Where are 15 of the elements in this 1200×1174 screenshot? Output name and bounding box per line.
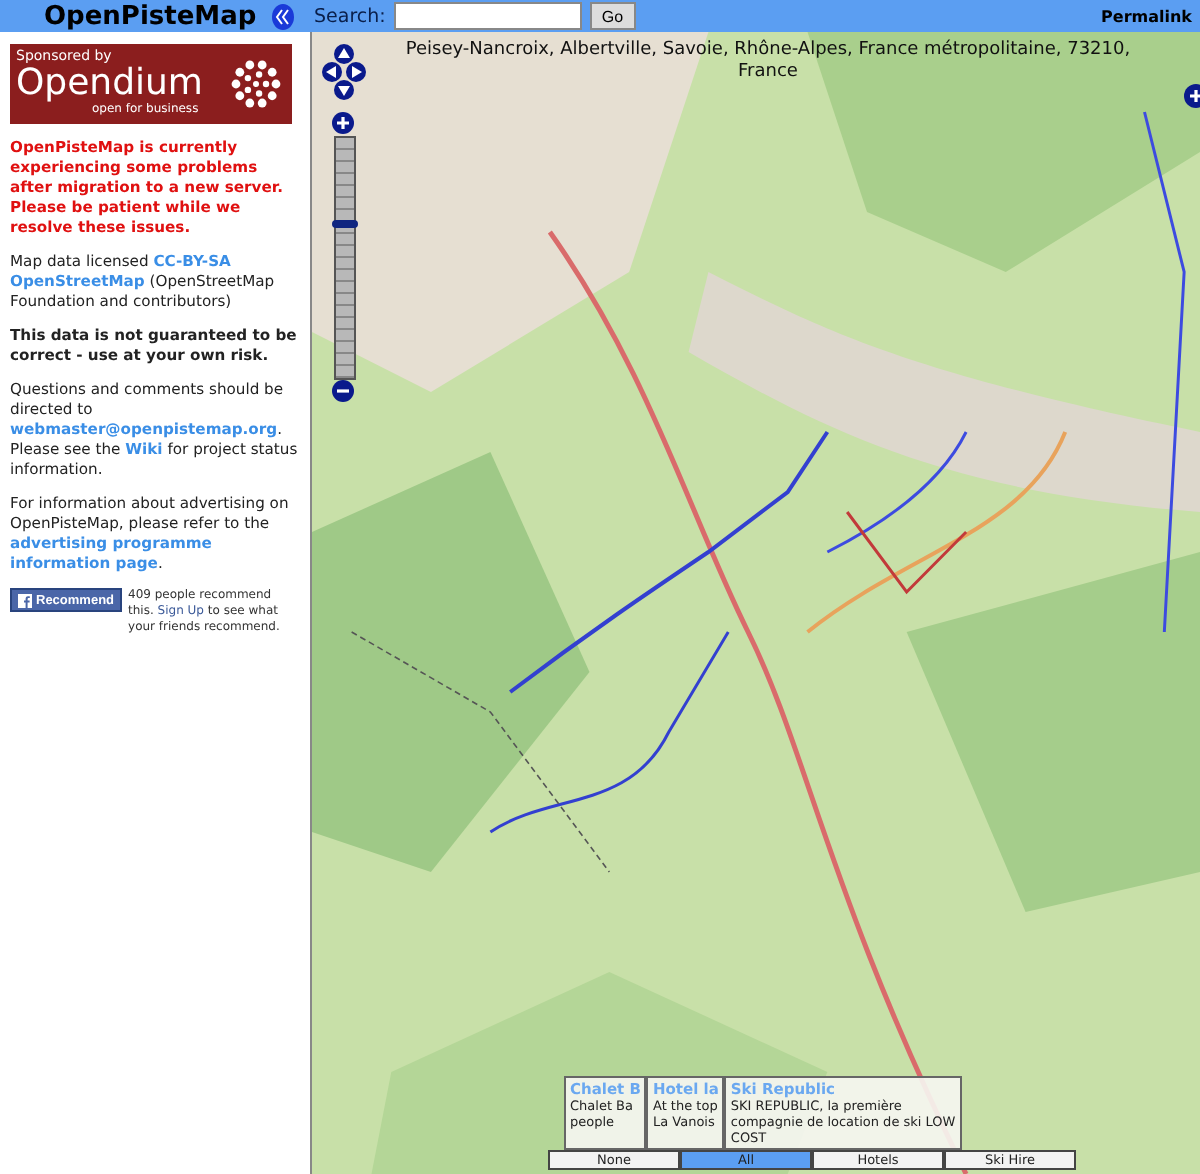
- facebook-icon: [18, 593, 32, 607]
- flower-logo-icon: [228, 56, 284, 112]
- address-label: Peisey-Nancroix, Albertville, Savoie, Rhône-Alpes, France métropolitaine, 73210, France: [403, 40, 1133, 84]
- sponsor-name: Opendium: [16, 64, 203, 102]
- site-title: OpenPisteMap: [44, 1, 259, 31]
- zoom-out-icon[interactable]: [332, 380, 354, 402]
- collapse-sidebar-icon[interactable]: [272, 3, 294, 29]
- permalink-link[interactable]: Permalink: [1101, 7, 1192, 25]
- go-button[interactable]: Go: [589, 2, 636, 30]
- zoom-slider-thumb[interactable]: [332, 219, 358, 228]
- search-field[interactable]: [393, 2, 582, 30]
- zoom-slider[interactable]: [334, 136, 356, 380]
- search-label: Search:: [314, 5, 386, 27]
- zoom-in-icon[interactable]: [332, 112, 354, 134]
- pan-control-icon[interactable]: [322, 44, 366, 100]
